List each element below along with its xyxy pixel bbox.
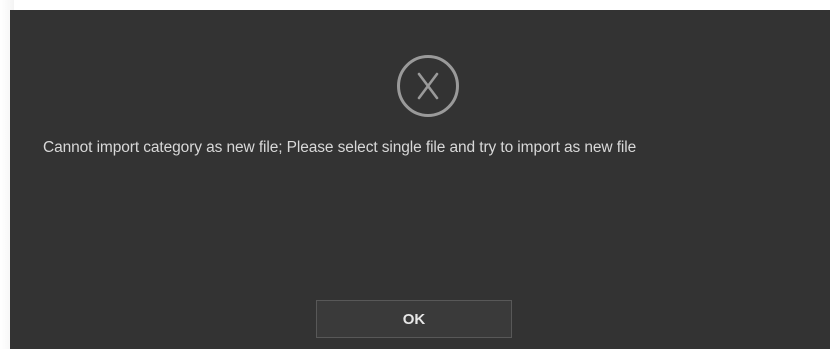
error-dialog: Cannot import category as new file; Plea… <box>10 10 830 349</box>
error-message: Cannot import category as new file; Plea… <box>43 139 637 156</box>
ok-button[interactable]: OK <box>316 300 512 338</box>
close-circle-icon <box>396 54 460 118</box>
